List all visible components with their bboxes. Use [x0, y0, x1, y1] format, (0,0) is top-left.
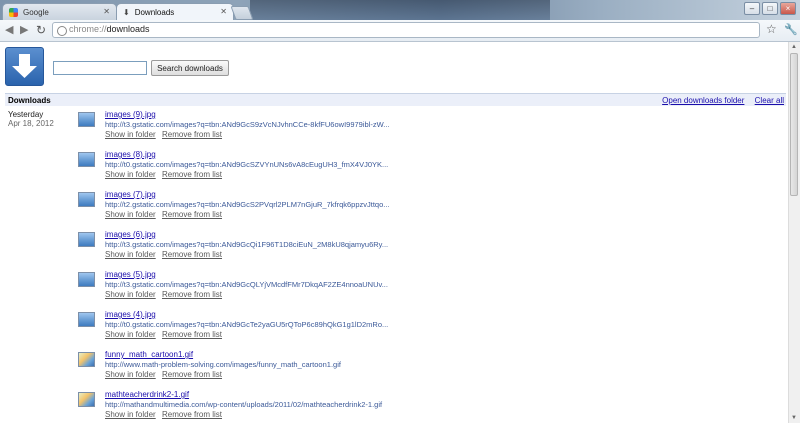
- download-source-url[interactable]: http://t0.gstatic.com/images?q=tbn:ANd9G…: [105, 320, 388, 329]
- remove-from-list-link[interactable]: Remove from list: [162, 210, 222, 219]
- header-links: Open downloads folder Clear all: [654, 96, 784, 105]
- minimize-button[interactable]: –: [744, 2, 760, 15]
- back-icon[interactable]: ◀: [5, 24, 13, 36]
- download-source-url[interactable]: http://t0.gstatic.com/images?q=tbn:ANd9G…: [105, 160, 388, 169]
- search-input[interactable]: [53, 61, 147, 75]
- image-file-icon: [78, 232, 95, 247]
- vertical-scrollbar[interactable]: ▲ ▼: [788, 42, 800, 423]
- show-in-folder-link[interactable]: Show in folder: [105, 130, 156, 139]
- tab-downloads[interactable]: ⬇ Downloads ✕: [116, 3, 234, 20]
- reload-icon[interactable]: ↻: [36, 24, 46, 36]
- show-in-folder-link[interactable]: Show in folder: [105, 330, 156, 339]
- date-full: Apr 18, 2012: [8, 119, 54, 128]
- download-item: funny_math_cartoon1.gif http://www.math-…: [78, 350, 778, 388]
- clear-all-link[interactable]: Clear all: [755, 96, 784, 105]
- image-file-icon: [78, 112, 95, 127]
- download-item: images (8).jpg http://t0.gstatic.com/ima…: [78, 150, 778, 188]
- show-in-folder-link[interactable]: Show in folder: [105, 370, 156, 379]
- close-window-button[interactable]: ×: [780, 2, 796, 15]
- open-downloads-folder-link[interactable]: Open downloads folder: [662, 96, 744, 105]
- address-text: chrome://downloads: [69, 24, 150, 34]
- tab-label: Google: [23, 7, 49, 17]
- image-file-icon: [78, 312, 95, 327]
- download-item: images (5).jpg http://t3.gstatic.com/ima…: [78, 270, 778, 308]
- forward-icon[interactable]: ▶: [20, 24, 28, 36]
- show-in-folder-link[interactable]: Show in folder: [105, 250, 156, 259]
- image-file-icon: [78, 152, 95, 167]
- date-label: Yesterday: [8, 110, 44, 119]
- scroll-down-icon[interactable]: ▼: [791, 415, 797, 421]
- download-favicon-icon: ⬇: [123, 7, 130, 17]
- download-item: images (4).jpg http://t0.gstatic.com/ima…: [78, 310, 778, 348]
- remove-from-list-link[interactable]: Remove from list: [162, 130, 222, 139]
- download-filename-link[interactable]: funny_math_cartoon1.gif: [105, 350, 193, 359]
- show-in-folder-link[interactable]: Show in folder: [105, 290, 156, 299]
- show-in-folder-link[interactable]: Show in folder: [105, 170, 156, 179]
- tab-label: Downloads: [134, 7, 175, 17]
- download-item: mathteacherdrink2-1.gif http://mathandmu…: [78, 390, 778, 428]
- show-in-folder-link[interactable]: Show in folder: [105, 210, 156, 219]
- remove-from-list-link[interactable]: Remove from list: [162, 290, 222, 299]
- downloads-logo-icon: [5, 47, 44, 86]
- download-source-url[interactable]: http://t3.gstatic.com/images?q=tbn:ANd9G…: [105, 240, 388, 249]
- download-source-url[interactable]: http://mathandmultimedia.com/wp-content/…: [105, 400, 382, 409]
- download-filename-link[interactable]: images (5).jpg: [105, 270, 156, 279]
- download-source-url[interactable]: http://t3.gstatic.com/images?q=tbn:ANd9G…: [105, 280, 388, 289]
- tab-google[interactable]: Google ✕: [2, 3, 117, 20]
- image-file-icon: [78, 272, 95, 287]
- scroll-up-icon[interactable]: ▲: [791, 44, 797, 50]
- download-filename-link[interactable]: images (8).jpg: [105, 150, 156, 159]
- browser-toolbar: ◀ ▶ ↻ chrome://downloads ☆ 🔧: [0, 20, 800, 42]
- search-downloads-button[interactable]: Search downloads: [151, 60, 229, 76]
- show-in-folder-link[interactable]: Show in folder: [105, 410, 156, 419]
- remove-from-list-link[interactable]: Remove from list: [162, 250, 222, 259]
- download-filename-link[interactable]: images (7).jpg: [105, 190, 156, 199]
- title-bar: Google ✕ ⬇ Downloads ✕ – □ ×: [0, 0, 800, 20]
- downloads-header-bar: Downloads Open downloads folder Clear al…: [5, 93, 786, 106]
- download-source-url[interactable]: http://www.math-problem-solving.com/imag…: [105, 360, 341, 369]
- remove-from-list-link[interactable]: Remove from list: [162, 410, 222, 419]
- page-icon: [57, 26, 67, 36]
- maximize-button[interactable]: □: [762, 2, 778, 15]
- download-filename-link[interactable]: images (6).jpg: [105, 230, 156, 239]
- gif-file-icon: [78, 352, 95, 367]
- window-controls: – □ ×: [744, 2, 796, 15]
- title-bar-background: [250, 0, 550, 20]
- download-filename-link[interactable]: images (9).jpg: [105, 110, 156, 119]
- google-favicon-icon: [9, 7, 18, 17]
- download-item: images (6).jpg http://t3.gstatic.com/ima…: [78, 230, 778, 268]
- download-filename-link[interactable]: mathteacherdrink2-1.gif: [105, 390, 189, 399]
- download-source-url[interactable]: http://t2.gstatic.com/images?q=tbn:ANd9G…: [105, 200, 390, 209]
- section-title: Downloads: [8, 96, 51, 105]
- download-item: images (9).jpg http://t3.gstatic.com/ima…: [78, 110, 778, 148]
- close-tab-icon[interactable]: ✕: [103, 7, 110, 16]
- image-file-icon: [78, 192, 95, 207]
- remove-from-list-link[interactable]: Remove from list: [162, 170, 222, 179]
- download-filename-link[interactable]: images (4).jpg: [105, 310, 156, 319]
- remove-from-list-link[interactable]: Remove from list: [162, 370, 222, 379]
- download-source-url[interactable]: http://t3.gstatic.com/images?q=tbn:ANd9G…: [105, 120, 390, 129]
- gif-file-icon: [78, 392, 95, 407]
- address-bar[interactable]: chrome://downloads: [52, 22, 760, 38]
- wrench-menu-icon[interactable]: 🔧: [784, 23, 798, 36]
- remove-from-list-link[interactable]: Remove from list: [162, 330, 222, 339]
- bookmark-star-icon[interactable]: ☆: [766, 22, 777, 36]
- scrollbar-thumb[interactable]: [790, 53, 798, 196]
- close-tab-icon[interactable]: ✕: [220, 7, 227, 16]
- download-item: images (7).jpg http://t2.gstatic.com/ima…: [78, 190, 778, 228]
